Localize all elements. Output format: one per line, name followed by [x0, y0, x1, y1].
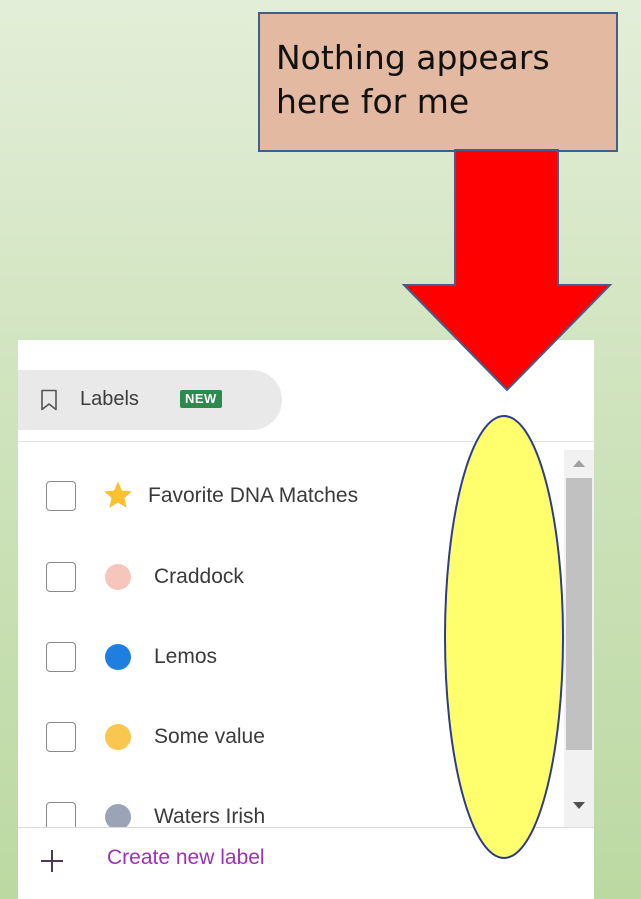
yellow-highlight-ellipse-icon [444, 415, 564, 859]
